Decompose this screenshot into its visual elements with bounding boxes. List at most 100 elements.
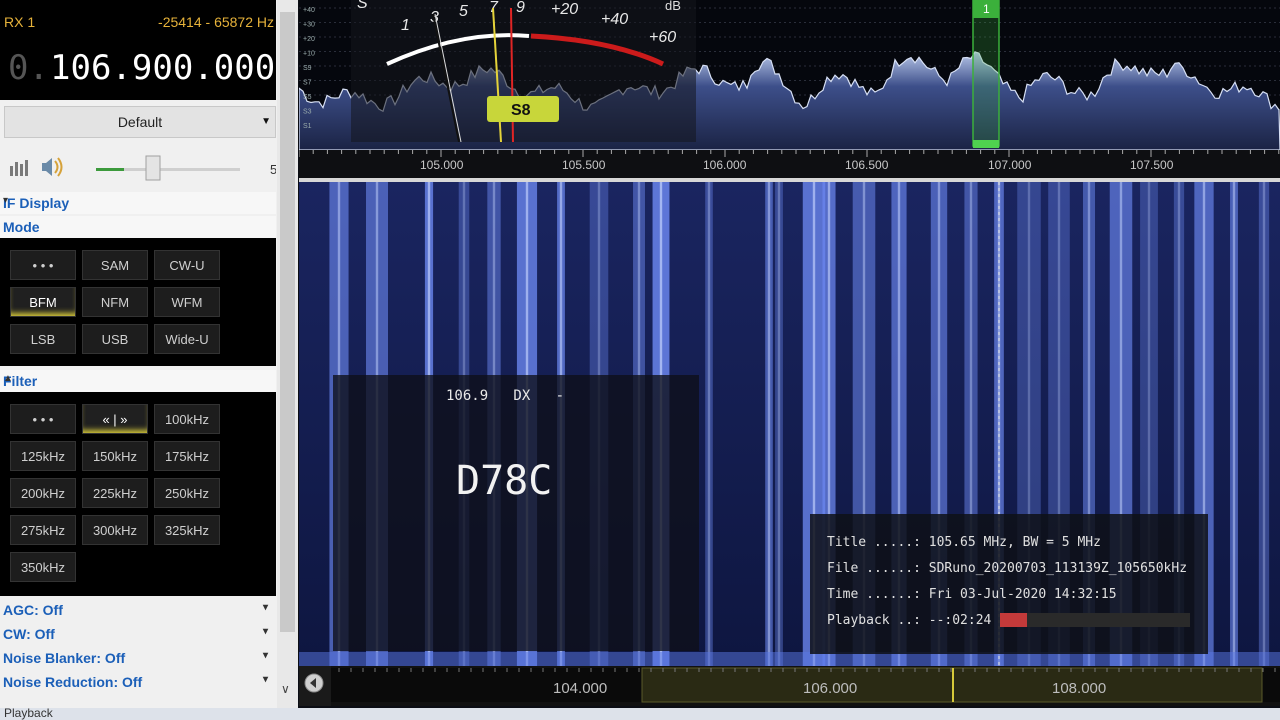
settings-item-label: Noise Blanker: Off <box>3 650 126 666</box>
waterfall-signal-core <box>707 182 711 666</box>
file-name: File ......: SDRuno_20200703_113139Z_105… <box>827 561 1188 576</box>
filter-button[interactable]: 175kHz <box>154 441 220 471</box>
chevron-down-icon[interactable]: ▾ <box>263 626 268 637</box>
if-display-header[interactable]: IF Display ▾ <box>0 192 276 214</box>
frequency-display[interactable]: RX 1 -25414 - 65872 Hz 0. 106.900.000 <box>0 0 276 100</box>
db-tick-label: S7 <box>303 80 312 87</box>
bars-icon[interactable] <box>10 160 28 176</box>
band-overview-svg <box>299 666 1280 706</box>
db-tick-label: +20 <box>303 36 315 43</box>
mode-button[interactable]: LSB <box>10 324 76 354</box>
volume-slider-thumb[interactable] <box>145 155 161 181</box>
vfo-number: 1 <box>983 2 990 16</box>
axis-tick-label: 106.500 <box>845 158 889 172</box>
frequency-prefix: 0. <box>8 48 49 88</box>
rds-station-name: D78C <box>456 458 553 504</box>
scrollbar-thumb[interactable] <box>280 12 295 632</box>
settings-item-label: CW: Off <box>3 626 55 642</box>
filter-button[interactable]: 275kHz <box>10 515 76 545</box>
filter-button[interactable]: 200kHz <box>10 478 76 508</box>
volume-fill <box>96 168 124 171</box>
db-tick-label: +40 <box>303 7 315 14</box>
panel-scrollbar[interactable]: ∨ <box>277 0 298 710</box>
settings-item-label: Noise Reduction: Off <box>3 674 143 690</box>
rx-range: -25414 - 65872 Hz <box>158 14 274 30</box>
waterfall-signal-core <box>1262 182 1266 666</box>
s-meter-scale-label: +60 <box>649 29 676 46</box>
volume-row: 5 <box>0 150 277 186</box>
chevron-down-icon: ▼ <box>261 116 271 127</box>
mode-button[interactable]: SAM <box>82 250 148 280</box>
s-meter-scale-label: +20 <box>551 1 578 18</box>
db-tick-label: S5 <box>303 94 312 101</box>
mode-button[interactable]: CW-U <box>154 250 220 280</box>
axis-tick-label: 107.500 <box>1130 158 1174 172</box>
mode-button[interactable]: USB <box>82 324 148 354</box>
filter-button[interactable]: 100kHz <box>154 404 220 434</box>
filter-button[interactable]: 350kHz <box>10 552 76 582</box>
overview-tick-label: 106.000 <box>803 680 858 697</box>
s-meter-scale-label: 1 <box>401 17 410 34</box>
axis-tick-label: 105.500 <box>562 158 606 172</box>
mode-button[interactable]: NFM <box>82 287 148 317</box>
filter-header[interactable]: Filter ▲ <box>0 370 276 392</box>
filter-button[interactable]: 125kHz <box>10 441 76 471</box>
playback-progress-fill <box>1000 613 1027 627</box>
chevron-down-icon[interactable]: ▾ <box>263 602 268 613</box>
chevron-down-icon[interactable]: ▾ <box>263 674 268 685</box>
filter-button[interactable]: 300kHz <box>82 515 148 545</box>
axis-tick-label: 107.000 <box>988 158 1032 172</box>
mode-button[interactable]: • • • <box>10 250 76 280</box>
s-meter-unit: dB <box>665 0 681 13</box>
frequency-value[interactable]: 106.900.000 <box>50 48 275 88</box>
s-meter-scale-label: S <box>357 0 368 12</box>
filter-button[interactable]: • • • <box>10 404 76 434</box>
filter-button[interactable]: 225kHz <box>82 478 148 508</box>
mode-header[interactable]: Mode <box>0 216 276 238</box>
db-tick-label: S3 <box>303 109 312 116</box>
waterfall-signal-core <box>777 182 781 666</box>
playback-time: Playback ..: --:02:24 <box>827 613 992 628</box>
filter-buttons-panel: • • • « | » 100kHz 125kHz 150kHz 175kHz 200kHz… <box>0 392 276 596</box>
settings-item[interactable]: CW: Off ▾ <box>0 623 276 645</box>
vfo-bandwidth-marker[interactable] <box>972 0 1000 147</box>
rx-label: RX 1 <box>4 14 36 30</box>
status-text: Playback <box>4 706 53 720</box>
preset-select[interactable]: Default ▼ <box>4 106 276 138</box>
mode-button[interactable]: WFM <box>154 287 220 317</box>
db-tick-label: +10 <box>303 51 315 58</box>
status-bar: Playback <box>0 706 1280 720</box>
playback-progress-bar[interactable] <box>1000 613 1190 627</box>
waterfall-bottom-band <box>299 652 1280 666</box>
file-title: Title .....: 105.65 MHz, BW = 5 MHz <box>827 535 1101 550</box>
s-meter-scale-label: 5 <box>459 3 468 20</box>
spectrum-display[interactable]: +40+30+20+10S9S7S5S3S1 1 S13579+20+40+60… <box>298 0 1280 151</box>
filter-button[interactable]: 325kHz <box>154 515 220 545</box>
band-overview[interactable] <box>299 666 1280 706</box>
s-meter: S13579+20+40+60dB S8 <box>351 0 696 142</box>
db-tick-label: +30 <box>303 22 315 29</box>
waterfall-signal-core <box>1232 182 1236 666</box>
s-meter-scale-label: +40 <box>601 11 628 28</box>
mode-button[interactable]: BFM <box>10 287 76 317</box>
filter-button[interactable]: 250kHz <box>154 478 220 508</box>
settings-item[interactable]: Noise Reduction: Off ▾ <box>0 671 276 693</box>
settings-item[interactable]: AGC: Off ▾ <box>0 599 276 621</box>
mode-button[interactable]: Wide-U <box>154 324 220 354</box>
rds-panel <box>333 375 699 651</box>
file-time: Time ......: Fri 03-Jul-2020 14:32:15 <box>827 587 1117 602</box>
filter-button[interactable]: 150kHz <box>82 441 148 471</box>
chevron-up-icon[interactable]: ▲ <box>3 373 268 384</box>
s-meter-scale-label: 9 <box>516 0 525 16</box>
speaker-icon[interactable] <box>42 157 63 177</box>
axis-tick-label: 105.000 <box>420 158 464 172</box>
volume-controls: 5 <box>10 155 277 181</box>
preset-label: Default <box>117 114 163 130</box>
chevron-down-icon[interactable]: ▾ <box>3 195 268 206</box>
filter-button[interactable]: « | » <box>82 404 148 434</box>
chevron-down-icon[interactable]: ▾ <box>263 650 268 661</box>
settings-item[interactable]: Noise Blanker: Off ▾ <box>0 647 276 669</box>
chevron-down-icon[interactable]: ∨ <box>281 682 290 696</box>
s-meter-reading: S8 <box>511 102 531 119</box>
settings-item-label: AGC: Off <box>3 602 63 618</box>
